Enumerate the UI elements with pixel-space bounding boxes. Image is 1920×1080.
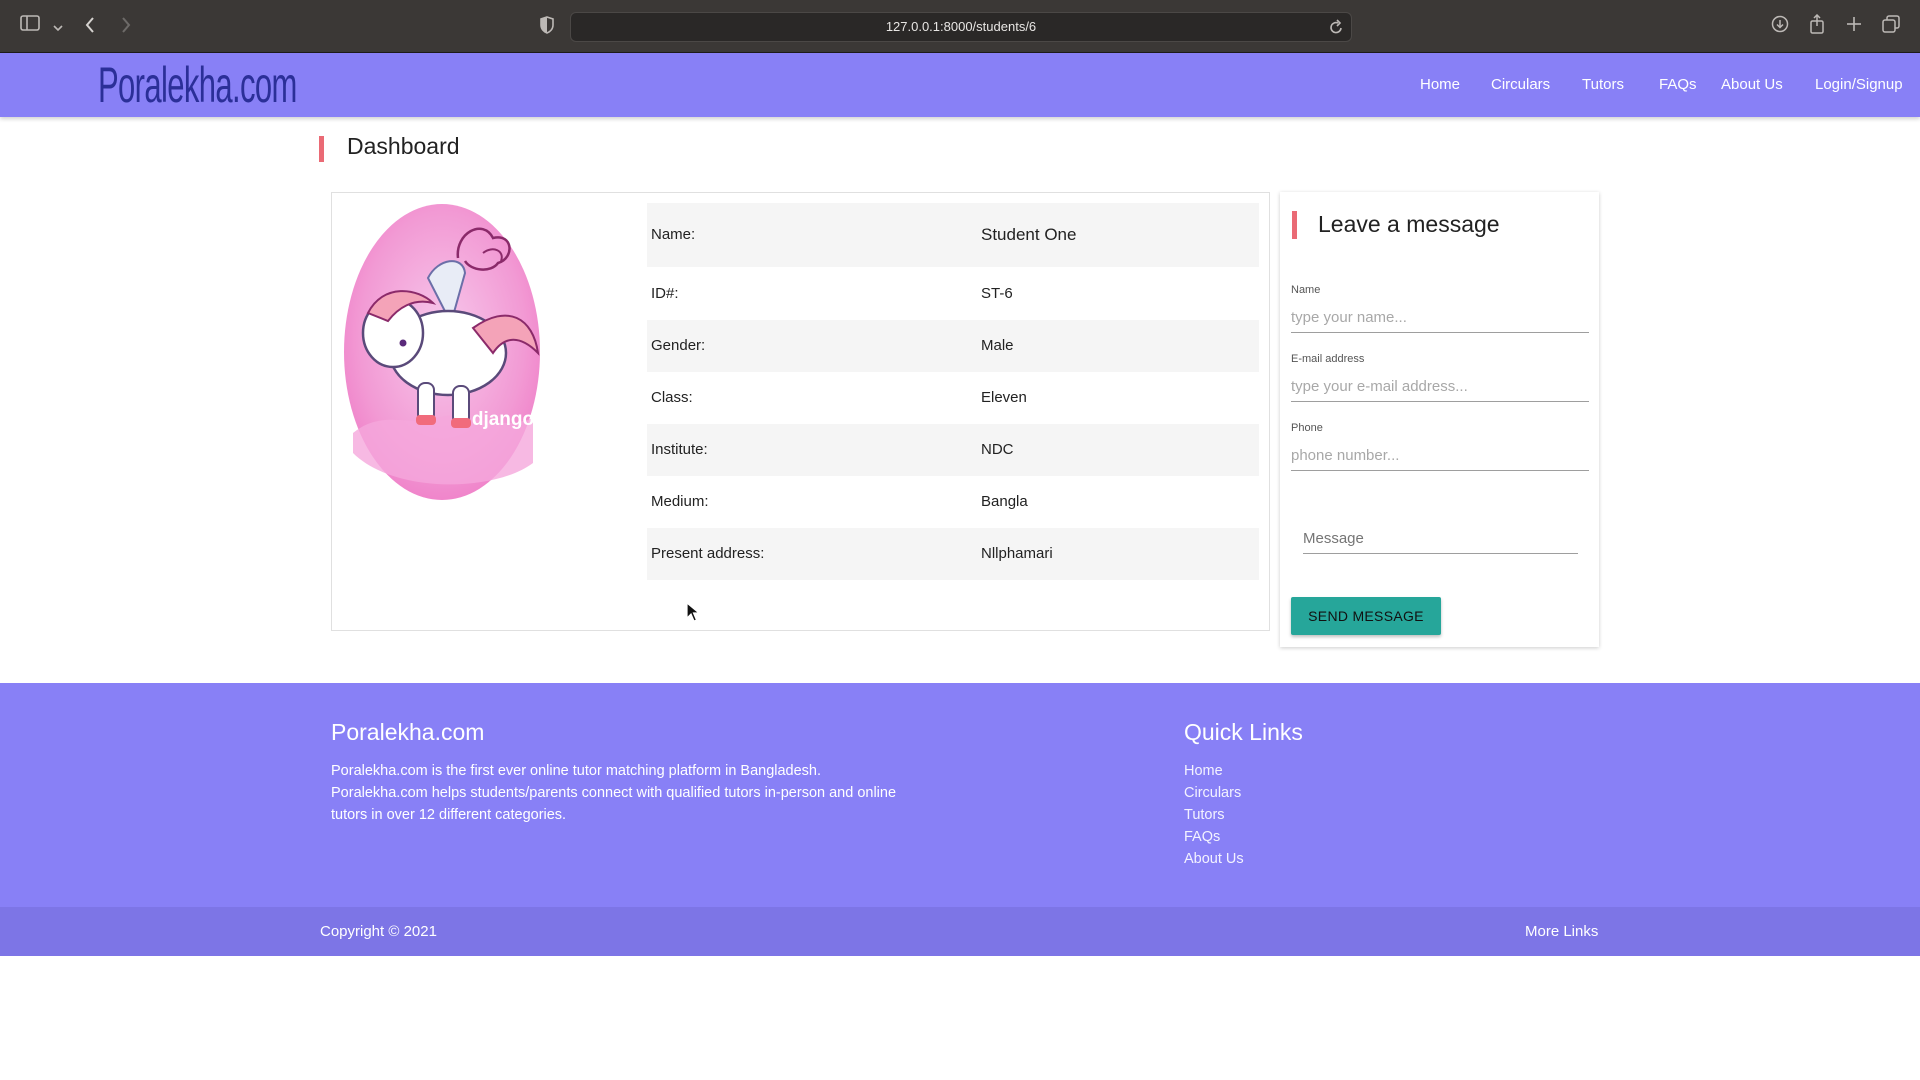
footer-description-line: tutors in over 12 different categories. <box>331 807 567 823</box>
site-footer: Poralekha.com Poralekha.com is the first… <box>0 683 1920 907</box>
row-label: Class: <box>651 389 693 406</box>
info-row-class: Class: Eleven <box>647 372 1259 424</box>
shield-icon[interactable] <box>540 16 554 39</box>
footer-brand: Poralekha.com <box>331 719 485 745</box>
send-message-button[interactable]: SEND MESSAGE <box>1291 597 1441 635</box>
message-form-card: Leave a message Name E-mail address Phon… <box>1280 192 1599 647</box>
tabs-overview-icon[interactable] <box>1882 15 1900 38</box>
info-row-address: Present address: Nllphamari <box>647 528 1259 580</box>
download-icon[interactable] <box>1771 15 1789 38</box>
heading-accent-bar <box>1292 211 1297 239</box>
row-label: Medium: <box>651 493 709 510</box>
nav-link-circulars[interactable]: Circulars <box>1491 53 1550 117</box>
name-label: Name <box>1291 284 1321 296</box>
share-icon[interactable] <box>1809 13 1825 39</box>
reload-icon[interactable] <box>1329 19 1343 40</box>
page-title: Dashboard <box>347 133 460 159</box>
footer-description-line: Poralekha.com helps students/parents con… <box>331 785 897 801</box>
nav-link-tutors[interactable]: Tutors <box>1582 53 1624 117</box>
row-label: ID#: <box>651 285 679 302</box>
nav-link-about-us[interactable]: About Us <box>1721 53 1783 117</box>
new-tab-icon[interactable] <box>1846 16 1862 37</box>
name-field[interactable] <box>1291 302 1589 333</box>
row-value: Eleven <box>981 389 1027 406</box>
row-value: Bangla <box>981 493 1028 510</box>
quick-link-circulars[interactable]: Circulars <box>1184 785 1241 801</box>
info-row-name: Name: Student One <box>647 203 1259 267</box>
nav-link-home[interactable]: Home <box>1420 53 1460 117</box>
message-field[interactable] <box>1303 523 1578 554</box>
browser-toolbar: 127.0.0.1:8000/students/6 <box>0 0 1920 53</box>
row-label: Gender: <box>651 337 706 354</box>
quick-link-faqs[interactable]: FAQs <box>1184 829 1220 845</box>
quick-link-tutors[interactable]: Tutors <box>1184 807 1225 823</box>
url-text: 127.0.0.1:8000/students/6 <box>885 19 1037 34</box>
phone-field[interactable] <box>1291 440 1589 471</box>
student-name-value: Student One <box>981 225 1077 244</box>
quick-link-home[interactable]: Home <box>1184 763 1223 779</box>
quick-links-title: Quick Links <box>1184 719 1303 745</box>
row-label: Name: <box>651 226 696 243</box>
row-value: Nllphamari <box>981 545 1053 562</box>
copyright-bar: Copyright © 2021 More Links <box>0 907 1920 956</box>
info-row-id: ID#: ST-6 <box>647 268 1259 320</box>
heading-accent-bar <box>319 136 324 162</box>
phone-label: Phone <box>1291 422 1323 434</box>
mouse-cursor-icon <box>686 602 700 622</box>
chevron-down-icon[interactable] <box>53 19 63 37</box>
email-field[interactable] <box>1291 371 1589 402</box>
row-label: Institute: <box>651 441 708 458</box>
nav-link-login-signup[interactable]: Login/Signup <box>1815 53 1903 117</box>
email-label: E-mail address <box>1291 353 1365 365</box>
back-icon[interactable] <box>84 16 96 39</box>
more-links-link[interactable]: More Links <box>1525 907 1598 956</box>
info-row-institute: Institute: NDC <box>647 424 1259 476</box>
site-logo[interactable]: Poralekha.com <box>98 57 297 113</box>
forward-icon[interactable] <box>120 16 132 39</box>
sidebar-icon[interactable] <box>20 15 40 35</box>
django-pony-icon: django <box>344 204 540 500</box>
row-value: ST-6 <box>981 285 1013 302</box>
row-label: Present address: <box>651 545 765 562</box>
message-form-title: Leave a message <box>1318 211 1500 237</box>
info-row-gender: Gender: Male <box>647 320 1259 372</box>
row-value: NDC <box>981 441 1014 458</box>
address-bar[interactable]: 127.0.0.1:8000/students/6 <box>570 12 1352 42</box>
footer-description-line: Poralekha.com is the first ever online t… <box>331 763 822 779</box>
row-value: Male <box>981 337 1014 354</box>
copyright-text: Copyright © 2021 <box>320 923 437 940</box>
quick-link-about-us[interactable]: About Us <box>1184 851 1244 867</box>
info-row-medium: Medium: Bangla <box>647 476 1259 528</box>
nav-link-faqs[interactable]: FAQs <box>1659 53 1697 117</box>
avatar-text: django <box>472 409 534 430</box>
site-navbar: Poralekha.com Home Circulars Tutors FAQs… <box>0 53 1920 117</box>
